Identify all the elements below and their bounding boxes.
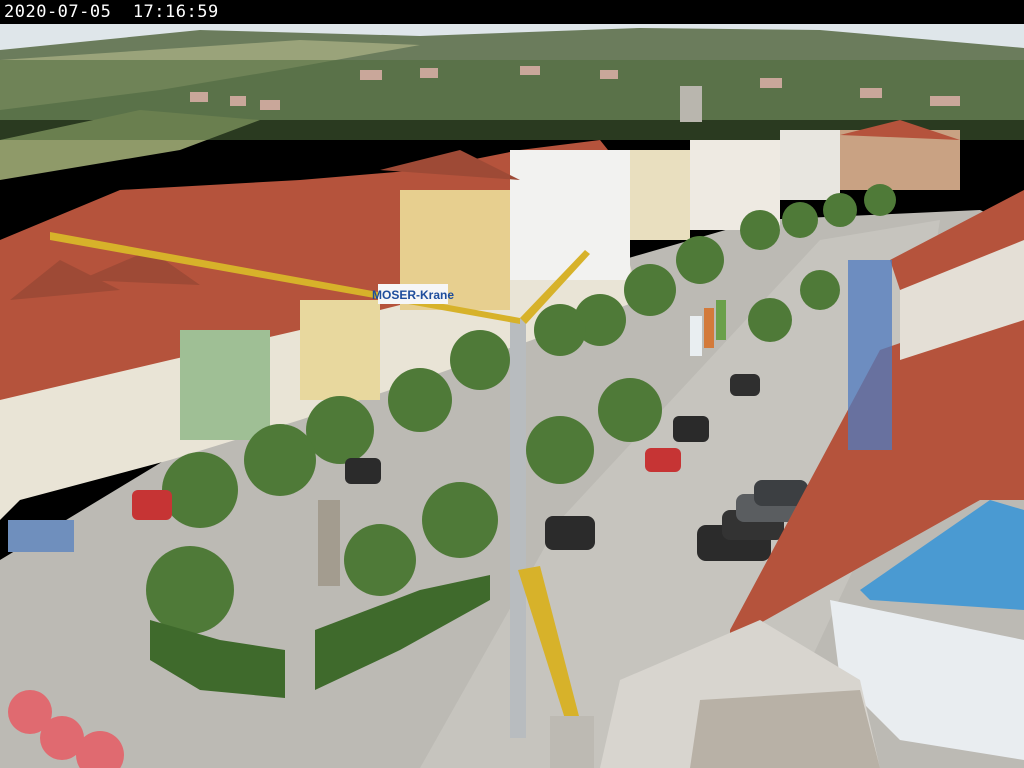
crane-mast [510,318,526,738]
timestamp-bar: 2020-07-05 17:16:59 [0,0,1024,24]
town-square-scene: MOSER-Krane [0,24,1024,768]
scaffolding [848,260,892,450]
crane-base-block [550,716,594,768]
monument-column [318,500,340,586]
construction-debris [690,690,880,768]
webcam-view: 2020-07-05 17:16:59 MOSER-Krane [0,0,1024,768]
crane-banner-text: MOSER-Krane [372,288,454,302]
timestamp-label: 2020-07-05 17:16:59 [4,2,219,22]
church-tower [680,86,702,122]
